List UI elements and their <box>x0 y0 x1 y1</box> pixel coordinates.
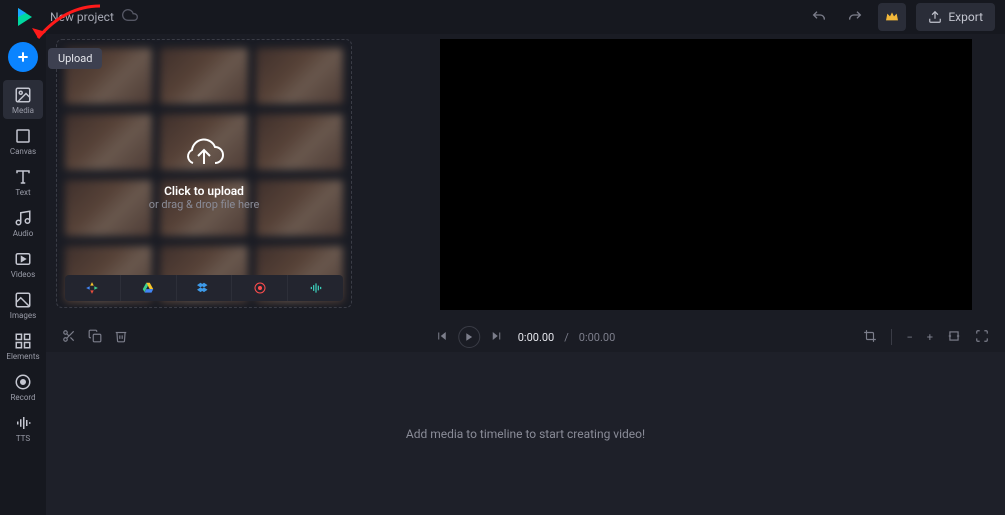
zoom-in-button[interactable]: + <box>927 331 933 344</box>
media-icon <box>14 86 32 104</box>
sidebar-label: TTS <box>16 434 30 443</box>
undo-button[interactable] <box>806 4 832 30</box>
source-dropbox[interactable] <box>177 275 233 301</box>
copy-button[interactable] <box>88 329 102 346</box>
source-audio-wave[interactable] <box>288 275 343 301</box>
media-panel[interactable]: Click to upload or drag & drop file here <box>56 39 352 308</box>
sidebar-label: Videos <box>11 270 35 279</box>
total-time: 0:00.00 <box>579 331 615 344</box>
header: New project Export <box>0 0 1005 34</box>
upload-subtitle: or drag & drop file here <box>149 198 260 211</box>
record-icon <box>14 373 32 391</box>
fit-button[interactable] <box>947 329 961 346</box>
sidebar-label: Text <box>15 188 30 197</box>
delete-button[interactable] <box>114 329 128 346</box>
sidebar-item-text[interactable]: Text <box>3 162 43 201</box>
cut-button[interactable] <box>62 329 76 346</box>
export-button[interactable]: Export <box>916 3 995 31</box>
timeline[interactable]: Add media to timeline to start creating … <box>46 352 1005 515</box>
source-google-photos[interactable] <box>65 275 121 301</box>
cloud-sync-icon[interactable] <box>122 7 138 27</box>
upload-dropzone[interactable]: Click to upload or drag & drop file here <box>57 40 351 307</box>
sidebar-label: Canvas <box>10 147 36 156</box>
sidebar-item-record[interactable]: Record <box>3 367 43 406</box>
sidebar-item-canvas[interactable]: Canvas <box>3 121 43 160</box>
sidebar-item-images[interactable]: Images <box>3 285 43 324</box>
images-icon <box>14 291 32 309</box>
controls-bar: 0:00.00 / 0:00.00 − + <box>46 325 1005 349</box>
upload-sources <box>65 275 343 301</box>
crop-button[interactable] <box>863 329 877 346</box>
play-button[interactable] <box>458 326 480 348</box>
sidebar-item-audio[interactable]: Audio <box>3 203 43 242</box>
sidebar-label: Images <box>10 311 36 320</box>
sidebar-label: Record <box>10 393 35 402</box>
project-title[interactable]: New project <box>50 10 114 24</box>
text-icon <box>14 168 32 186</box>
sidebar-item-videos[interactable]: Videos <box>3 244 43 283</box>
add-button[interactable] <box>8 42 38 72</box>
upload-title: Click to upload <box>164 184 244 198</box>
fullscreen-button[interactable] <box>975 329 989 346</box>
sidebar-item-media[interactable]: Media <box>3 80 43 119</box>
tts-icon <box>14 414 32 432</box>
sidebar-label: Audio <box>13 229 34 238</box>
canvas-icon <box>14 127 32 145</box>
sidebar-label: Elements <box>6 352 39 361</box>
sidebar-item-tts[interactable]: TTS <box>3 408 43 447</box>
next-button[interactable] <box>490 330 502 345</box>
upload-tooltip: Upload <box>48 48 102 69</box>
video-preview[interactable] <box>440 39 972 310</box>
videos-icon <box>14 250 32 268</box>
premium-button[interactable] <box>878 3 906 31</box>
sidebar-label: Media <box>12 106 34 115</box>
divider <box>891 329 892 345</box>
redo-button[interactable] <box>842 4 868 30</box>
prev-button[interactable] <box>436 330 448 345</box>
source-google-drive[interactable] <box>121 275 177 301</box>
time-separator: / <box>564 331 569 344</box>
export-label: Export <box>948 10 983 24</box>
source-record[interactable] <box>232 275 288 301</box>
app-logo[interactable] <box>10 4 36 30</box>
timeline-empty-text: Add media to timeline to start creating … <box>406 427 645 441</box>
zoom-out-button[interactable]: − <box>906 331 912 344</box>
audio-icon <box>14 209 32 227</box>
sidebar: Media Canvas Text Audio Videos Images El… <box>0 34 46 515</box>
elements-icon <box>14 332 32 350</box>
cloud-upload-icon <box>182 136 226 174</box>
sidebar-item-elements[interactable]: Elements <box>3 326 43 365</box>
current-time: 0:00.00 <box>518 331 554 344</box>
